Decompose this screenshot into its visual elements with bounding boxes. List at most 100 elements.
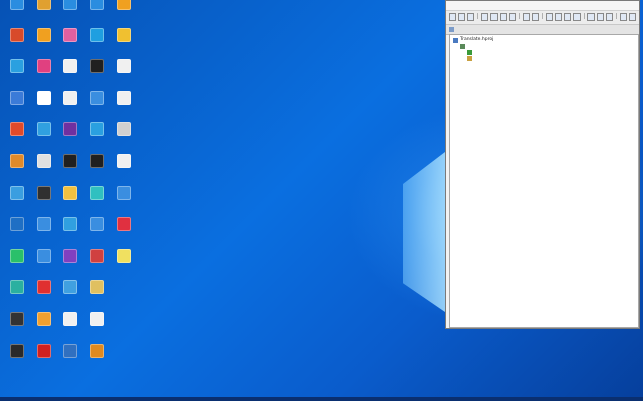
delete-icon[interactable] [508, 13, 516, 21]
desktop-icon-c3-r2[interactable] [56, 27, 86, 59]
desktop-icon-c1-r11[interactable] [3, 312, 33, 343]
desktop-icon-c1-r2[interactable] [3, 27, 33, 59]
app-shortcut-icon [90, 59, 104, 74]
desktop-icon-c3-r6[interactable] [56, 154, 86, 185]
translate-icon[interactable] [587, 13, 595, 21]
translation-tool-window[interactable]: Translate.hproj [445, 0, 640, 329]
desktop-icon-c1-r3[interactable] [3, 59, 33, 90]
new-file-icon[interactable] [449, 13, 457, 21]
toolbar-separator [615, 13, 617, 19]
desktop-icon-c4-r7[interactable] [83, 185, 113, 217]
desktop-icon-c1-r7[interactable] [3, 185, 33, 217]
validate-icon[interactable] [619, 13, 627, 21]
cut-icon[interactable] [481, 13, 489, 21]
open-folder-icon[interactable] [458, 13, 466, 21]
icon-caption [83, 295, 113, 305]
desktop-icon-c4-r12[interactable] [83, 343, 113, 375]
table-icon[interactable] [531, 13, 540, 21]
toolbar [446, 11, 639, 25]
taskbar[interactable] [0, 397, 643, 401]
tree-node-item[interactable] [467, 55, 474, 61]
app-shortcut-icon [90, 248, 104, 263]
desktop-icon-c4-r10[interactable] [83, 280, 113, 311]
desktop-icon-c3-r7[interactable] [56, 185, 86, 217]
copy-icon[interactable] [490, 13, 498, 21]
app-shortcut-icon [10, 90, 24, 105]
toolbar-separator [583, 13, 585, 19]
icon-caption [56, 169, 86, 179]
desktop-icon-c4-r6[interactable] [83, 154, 113, 185]
desktop-icon-c4-r8[interactable] [83, 217, 113, 248]
paste-icon[interactable] [499, 13, 507, 21]
desktop-icon-c4-r9[interactable] [83, 248, 113, 280]
desktop-icon-c1-r8[interactable] [3, 217, 33, 248]
desktop-icon-c3-r10[interactable] [56, 280, 86, 311]
icon-caption [56, 232, 86, 242]
project-pane-icon[interactable] [449, 27, 454, 32]
app-shortcut-icon [90, 312, 104, 326]
desktop-icon-c3-r8[interactable] [56, 217, 86, 248]
import-icon[interactable] [605, 13, 613, 21]
desktop-icon-c3-r4[interactable] [56, 90, 86, 122]
desktop-icon-c5-r9[interactable] [110, 248, 140, 280]
icon-caption [110, 11, 140, 21]
icon-caption [83, 11, 113, 21]
menu-bar [446, 1, 639, 11]
app-shortcut-icon [63, 154, 77, 168]
desktop-icon-c1-r1[interactable] [3, 0, 33, 27]
app-shortcut-icon [37, 154, 51, 168]
desktop-icon-c5-r6[interactable] [110, 154, 140, 185]
desktop-icon-c1-r10[interactable] [3, 280, 33, 311]
app-shortcut-icon [10, 0, 24, 10]
desktop-icon-c3-r3[interactable] [56, 59, 86, 90]
desktop-icon-c1-r9[interactable] [3, 248, 33, 280]
desktop-icon-c4-r4[interactable] [83, 90, 113, 122]
desktop-icon-c1-r5[interactable] [3, 122, 33, 153]
desktop-icon-c1-r6[interactable] [3, 154, 33, 185]
translation-icon [467, 55, 472, 61]
project-tree[interactable]: Translate.hproj [449, 34, 639, 328]
save-icon[interactable] [467, 13, 475, 21]
desktop-icon-c3-r9[interactable] [56, 248, 86, 280]
desktop-icon-c3-r11[interactable] [56, 312, 86, 343]
tree-node-my-project[interactable] [460, 43, 467, 49]
edit-icon[interactable] [573, 13, 581, 21]
desktop-icon-c5-r7[interactable] [110, 185, 140, 217]
icon-caption [110, 264, 140, 274]
desktop-icon-c5-r2[interactable] [110, 27, 140, 59]
icon-caption [56, 43, 86, 53]
desktop-icon-c4-r1[interactable] [83, 0, 113, 27]
properties-icon[interactable] [545, 13, 554, 21]
desktop-icon-c5-r1[interactable] [110, 0, 140, 27]
desktop-icon-c5-r3[interactable] [110, 59, 140, 90]
icon-caption [110, 43, 140, 53]
desktop-icon-c1-r12[interactable] [3, 343, 33, 375]
export-icon[interactable] [596, 13, 604, 21]
app-shortcut-icon [63, 280, 77, 295]
desktop-icon-c4-r3[interactable] [83, 59, 113, 90]
desktop-icon-c3-r1[interactable] [56, 0, 86, 27]
app-shortcut-icon [10, 312, 24, 326]
app-shortcut-icon [63, 0, 77, 10]
app-shortcut-icon [63, 27, 77, 42]
desktop-icon-c5-r4[interactable] [110, 90, 140, 122]
desktop-icon-c4-r11[interactable] [83, 312, 113, 343]
desktop-icon-c4-r2[interactable] [83, 27, 113, 59]
desktop-icon-c4-r5[interactable] [83, 122, 113, 153]
grid-icon[interactable] [522, 13, 530, 21]
desktop-icon-c1-r4[interactable] [3, 90, 33, 122]
app-shortcut-icon [90, 185, 104, 200]
icon-caption [83, 264, 113, 274]
icon-caption [56, 106, 86, 116]
search-icon[interactable] [628, 13, 637, 21]
icon-caption [83, 106, 113, 116]
desktop-icon-c5-r8[interactable] [110, 217, 140, 248]
app-shortcut-icon [117, 122, 131, 137]
settings-icon[interactable] [564, 13, 572, 21]
desktop-icon-c3-r12[interactable] [56, 343, 86, 375]
app-shortcut-icon [10, 154, 24, 168]
app-shortcut-icon [37, 248, 51, 263]
dropdown-icon[interactable] [555, 13, 563, 21]
desktop-icon-c5-r5[interactable] [110, 122, 140, 153]
desktop-icon-c3-r5[interactable] [56, 122, 86, 153]
